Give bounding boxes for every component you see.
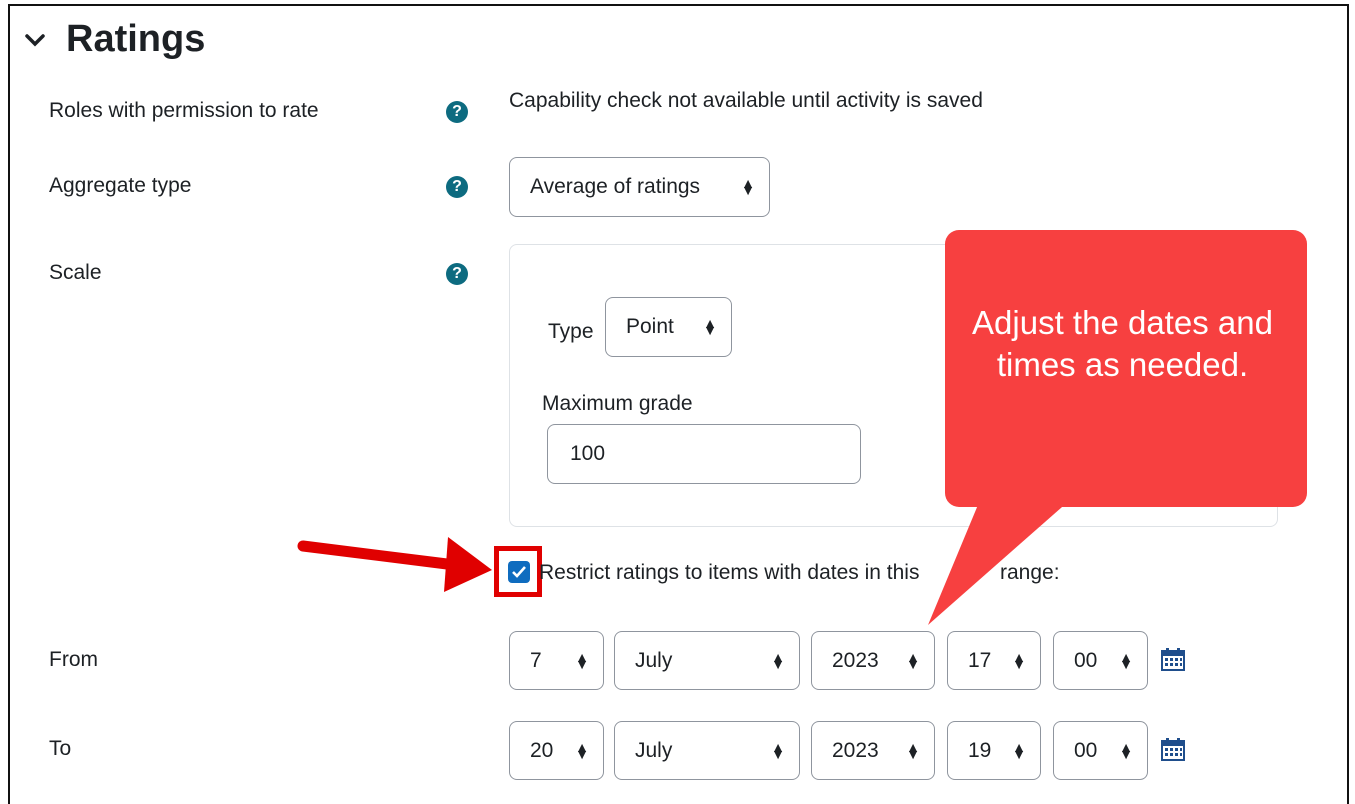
to-day-select[interactable]: 20 ▲ ▼ <box>509 721 604 780</box>
select-arrows-icon: ▲ ▼ <box>575 648 589 672</box>
restrict-checkbox[interactable] <box>508 561 530 583</box>
select-arrows-icon: ▲ ▼ <box>906 648 920 672</box>
checkmark-icon <box>512 566 526 578</box>
to-minute-select[interactable]: 00 ▲ ▼ <box>1053 721 1148 780</box>
to-label: To <box>49 737 72 760</box>
from-minute-select[interactable]: 00 ▲ ▼ <box>1053 631 1148 690</box>
from-year-value: 2023 <box>832 648 879 672</box>
from-month-value: July <box>635 648 673 672</box>
to-hour-select[interactable]: 19 ▲ ▼ <box>947 721 1041 780</box>
select-arrows-icon: ▲ ▼ <box>771 738 785 762</box>
to-year-value: 2023 <box>832 738 879 762</box>
to-month-value: July <box>635 738 673 762</box>
from-day-value: 7 <box>530 648 542 672</box>
calendar-icon[interactable] <box>1160 647 1186 671</box>
from-hour-value: 17 <box>968 648 992 672</box>
to-day-value: 20 <box>530 738 554 762</box>
from-year-select[interactable]: 2023 ▲ ▼ <box>811 631 935 690</box>
calendar-icon[interactable] <box>1160 737 1186 761</box>
callout-text: Adjust the dates and times as needed. <box>972 304 1273 383</box>
select-arrows-icon: ▲ ▼ <box>1012 738 1026 762</box>
from-hour-select[interactable]: 17 ▲ ▼ <box>947 631 1041 690</box>
to-month-select[interactable]: July ▲ ▼ <box>614 721 800 780</box>
to-hour-value: 19 <box>968 738 992 762</box>
to-year-select[interactable]: 2023 ▲ ▼ <box>811 721 935 780</box>
red-arrow-shaft <box>297 540 461 571</box>
select-arrows-icon: ▲ ▼ <box>1119 648 1133 672</box>
select-arrows-icon: ▲ ▼ <box>575 738 589 762</box>
to-minute-value: 00 <box>1074 738 1098 762</box>
restrict-label-tail: range: <box>1000 561 1060 584</box>
select-arrows-icon: ▲ ▼ <box>1012 648 1026 672</box>
select-arrows-icon: ▲ ▼ <box>1119 738 1133 762</box>
red-arrow-head <box>444 537 492 592</box>
select-arrows-icon: ▲ ▼ <box>906 738 920 762</box>
from-day-select[interactable]: 7 ▲ ▼ <box>509 631 604 690</box>
restrict-label: Restrict ratings to items with dates in … <box>539 561 919 584</box>
from-label: From <box>49 648 98 671</box>
from-minute-value: 00 <box>1074 648 1098 672</box>
select-arrows-icon: ▲ ▼ <box>771 648 785 672</box>
from-month-select[interactable]: July ▲ ▼ <box>614 631 800 690</box>
